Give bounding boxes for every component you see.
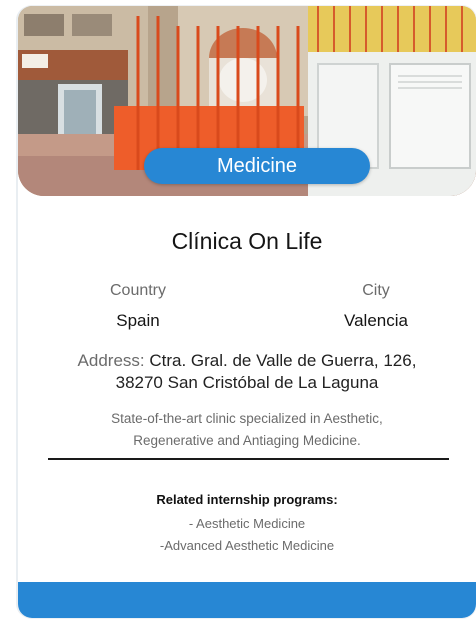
address-label: Address: (77, 351, 150, 370)
category-badge[interactable]: Medicine (144, 148, 370, 184)
programs-heading: Related internship programs: (156, 492, 338, 507)
address-line-1: Ctra. Gral. de Valle de Guerra, 126, (149, 351, 417, 370)
country-value: Spain (116, 311, 160, 330)
card-footer-button[interactable] (18, 582, 476, 618)
description-line-2: Regenerative and Antiaging Medicine. (133, 433, 361, 448)
divider (48, 458, 449, 460)
program-item: - Aesthetic Medicine (188, 516, 306, 531)
clinic-description: State-of-the-art clinic specialized in A… (68, 408, 426, 452)
country-label: Country (109, 282, 167, 299)
address: Address: Ctra. Gral. de Valle de Guerra,… (38, 350, 456, 394)
program-item: -Advanced Aesthetic Medicine (159, 538, 335, 553)
clinic-photo: Medicine (18, 6, 476, 196)
address-line-2: 38270 San Cristóbal de La Laguna (115, 373, 379, 392)
clinic-card[interactable]: Medicine Clínica On Life Country Spain C… (18, 6, 476, 618)
city-label: City (362, 282, 390, 299)
clinic-name: Clínica On Life (171, 228, 323, 254)
city-value: Valencia (344, 311, 408, 330)
description-line-1: State-of-the-art clinic specialized in A… (111, 411, 383, 426)
